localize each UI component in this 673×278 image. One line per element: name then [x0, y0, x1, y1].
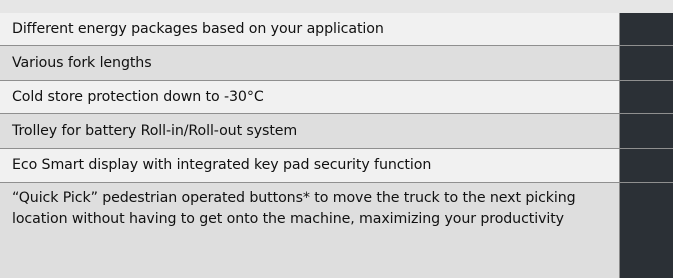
- feature-label: “Quick Pick” pedestrian operated buttons…: [0, 183, 620, 278]
- feature-indicator: [620, 183, 673, 278]
- feature-indicator: [620, 13, 673, 46]
- feature-row-energy-packages: Different energy packages based on your …: [0, 13, 673, 46]
- feature-row-battery-trolley: Trolley for battery Roll-in/Roll-out sys…: [0, 114, 673, 149]
- feature-table: Different energy packages based on your …: [0, 0, 673, 278]
- feature-indicator: [620, 46, 673, 81]
- feature-indicator: [620, 149, 673, 183]
- feature-row-cold-store: Cold store protection down to -30°C: [0, 81, 673, 114]
- feature-row-quick-pick: “Quick Pick” pedestrian operated buttons…: [0, 183, 673, 278]
- feature-indicator: [620, 81, 673, 114]
- feature-row-eco-smart-display: Eco Smart display with integrated key pa…: [0, 149, 673, 183]
- feature-row-fork-lengths: Various fork lengths: [0, 46, 673, 81]
- feature-label: Trolley for battery Roll-in/Roll-out sys…: [0, 114, 620, 149]
- feature-label: Different energy packages based on your …: [0, 13, 620, 46]
- feature-label: Eco Smart display with integrated key pa…: [0, 149, 620, 183]
- feature-indicator: [620, 114, 673, 149]
- feature-label: Various fork lengths: [0, 46, 620, 81]
- feature-label: Cold store protection down to -30°C: [0, 81, 620, 114]
